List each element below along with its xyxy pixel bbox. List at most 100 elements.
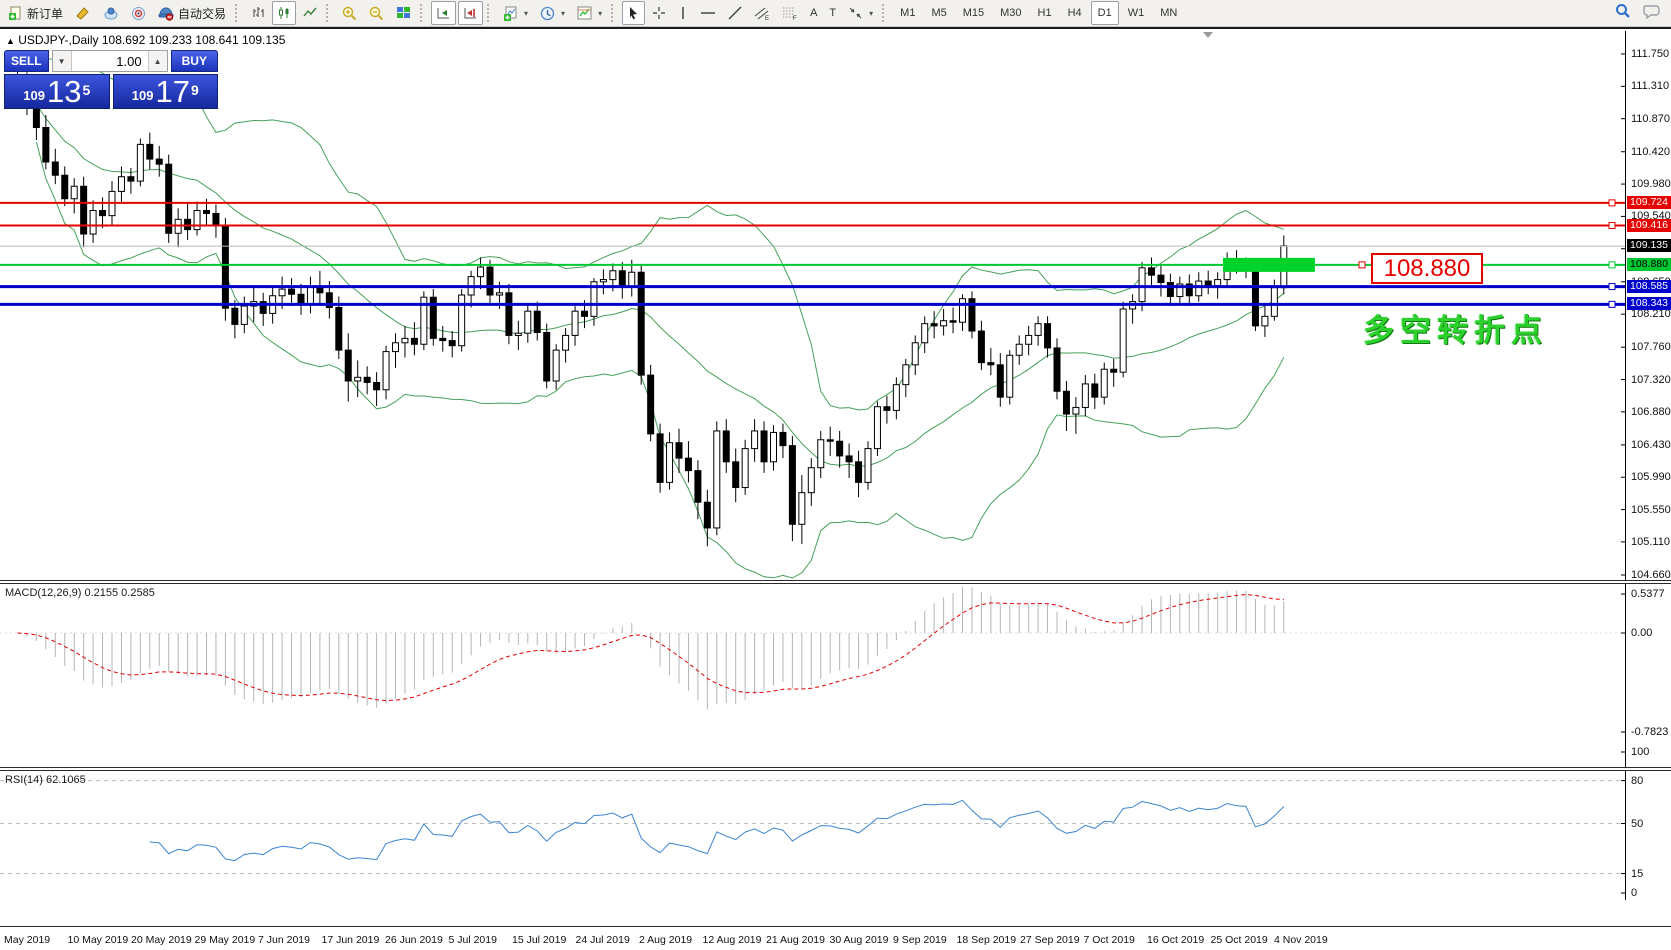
rsi-axis-label: 0 — [1631, 887, 1671, 899]
date-label: 24 Jul 2019 — [576, 934, 630, 946]
fibonacci-button[interactable]: F — [777, 1, 803, 25]
timeframe-m1-button[interactable]: M1 — [893, 1, 922, 25]
volume-input[interactable]: 1.00 — [72, 51, 148, 71]
timeframe-label: D1 — [1098, 7, 1112, 19]
chevron-down-icon[interactable]: ▾ — [561, 9, 565, 18]
templates-icon — [577, 6, 592, 20]
date-label: 30 Aug 2019 — [830, 934, 889, 946]
new-order-label: 新订单 — [27, 5, 63, 22]
arrows-button[interactable]: ▾ — [843, 1, 878, 25]
svg-text:E: E — [765, 16, 769, 21]
rsi-label: RSI(14) 62.1065 — [5, 774, 86, 786]
auto-scroll-icon — [436, 6, 451, 20]
collapse-marker-icon[interactable]: ▲ — [6, 36, 15, 46]
volume-increase-button[interactable]: ▲ — [148, 51, 167, 71]
date-label: 21 Aug 2019 — [766, 934, 825, 946]
date-label: 4 Nov 2019 — [1274, 934, 1328, 946]
date-label: 15 Jul 2019 — [512, 934, 566, 946]
new-chart-button[interactable]: ▾ — [498, 1, 533, 25]
text-button[interactable]: A — [805, 1, 822, 25]
timeframe-w1-button[interactable]: W1 — [1121, 1, 1152, 25]
vertical-line-button[interactable] — [673, 1, 693, 25]
toolbar-separator — [487, 4, 493, 22]
macd-axis-label: 0.5377 — [1631, 588, 1671, 600]
crosshair-button[interactable] — [647, 1, 671, 25]
chat-icon[interactable] — [1643, 4, 1661, 24]
sell-button[interactable]: SELL — [4, 50, 49, 72]
timeframe-label: W1 — [1128, 7, 1145, 19]
horizontal-line-button[interactable] — [695, 1, 721, 25]
timeframe-mn-button[interactable]: MN — [1153, 1, 1184, 25]
bar-chart-button[interactable] — [246, 1, 270, 25]
profiles-button[interactable]: ▾ — [535, 1, 570, 25]
macd-label: MACD(12,26,9) 0.2155 0.2585 — [5, 587, 155, 599]
price-tick-label: 107.760 — [1631, 341, 1671, 353]
sell-price[interactable]: 109 13 5 — [4, 74, 110, 109]
price-callout-label[interactable]: 108.880 — [1371, 253, 1483, 284]
date-label: 7 Jun 2019 — [258, 934, 310, 946]
price-tick-label: 107.320 — [1631, 374, 1671, 386]
text-label-button[interactable]: T — [824, 1, 841, 25]
date-label: 29 May 2019 — [195, 934, 256, 946]
buy-button[interactable]: BUY — [171, 50, 218, 72]
price-tick-label: 110.870 — [1631, 113, 1671, 125]
volume-decrease-button[interactable]: ▼ — [53, 51, 72, 71]
chevron-down-icon[interactable]: ▾ — [524, 9, 528, 18]
buy-price-big: 17 — [155, 78, 189, 106]
price-tick-label: 111.750 — [1631, 48, 1671, 60]
signal-button[interactable] — [126, 1, 151, 25]
templates-button[interactable]: ▾ — [572, 1, 607, 25]
toolbar-separator — [611, 4, 617, 22]
cn-annotation-text[interactable]: 多空转折点 — [1363, 305, 1548, 350]
cursor-button[interactable] — [622, 1, 645, 25]
metaquotes-button[interactable] — [70, 1, 96, 25]
timeframe-h1-button[interactable]: H1 — [1031, 1, 1059, 25]
timeframe-h4-button[interactable]: H4 — [1061, 1, 1089, 25]
equidistant-channel-button[interactable]: E — [749, 1, 775, 25]
new-order-button[interactable]: 新订单 — [3, 1, 68, 25]
line-chart-button[interactable] — [298, 1, 322, 25]
community-button[interactable] — [98, 1, 124, 25]
rsi-axis-label: 100 — [1631, 746, 1671, 758]
timeframe-m5-button[interactable]: M5 — [924, 1, 953, 25]
sell-price-pip: 5 — [82, 75, 90, 105]
macd-pane-divider[interactable] — [0, 580, 1671, 584]
price-level-tag[interactable]: 109.724 — [1627, 196, 1671, 209]
trendline-icon — [728, 6, 742, 20]
date-label: 16 Oct 2019 — [1147, 934, 1204, 946]
metaquotes-icon — [75, 6, 91, 20]
timeframe-m30-button[interactable]: M30 — [993, 1, 1028, 25]
rsi-pane-divider[interactable] — [0, 767, 1671, 771]
timeframe-m15-button[interactable]: M15 — [956, 1, 991, 25]
community-icon — [103, 6, 119, 20]
price-chart-canvas — [0, 2, 1671, 950]
volume-stepper: ▼ 1.00 ▲ — [52, 50, 168, 72]
price-level-tag[interactable]: 108.343 — [1627, 297, 1671, 310]
rsi-axis-label: 80 — [1631, 775, 1671, 787]
buy-price[interactable]: 109 17 9 — [113, 74, 219, 109]
timeframe-label: M15 — [963, 7, 984, 19]
price-level-tag[interactable]: 108.880 — [1627, 258, 1671, 271]
timeframe-label: H1 — [1038, 7, 1052, 19]
auto-scroll-button[interactable] — [431, 1, 456, 25]
auto-trading-button[interactable]: 自动交易 — [153, 1, 231, 25]
search-icon[interactable] — [1615, 3, 1631, 24]
zoom-in-button[interactable] — [337, 1, 362, 25]
chart-shift-button[interactable] — [458, 1, 483, 25]
price-level-tag[interactable]: 109.416 — [1627, 219, 1671, 232]
timeframe-label: MN — [1160, 7, 1177, 19]
zoom-out-button[interactable] — [364, 1, 389, 25]
chart-window[interactable]: ▲ USDJPY-,Daily 108.692 109.233 108.641 … — [0, 27, 1671, 950]
tile-windows-button[interactable] — [391, 1, 416, 25]
date-label: 5 Jul 2019 — [449, 934, 497, 946]
chevron-down-icon[interactable]: ▾ — [598, 9, 602, 18]
chevron-down-icon[interactable]: ▾ — [869, 9, 873, 18]
price-level-tag[interactable]: 108.585 — [1627, 280, 1671, 293]
date-label: 7 Oct 2019 — [1084, 934, 1135, 946]
candlestick-button[interactable] — [272, 1, 296, 25]
trendline-button[interactable] — [723, 1, 747, 25]
date-label: 25 Oct 2019 — [1211, 934, 1268, 946]
chart-shift-marker[interactable] — [1203, 32, 1213, 38]
timeframe-d1-button[interactable]: D1 — [1091, 1, 1119, 25]
mt4-terminal: 新订单 自动交易 ▾ ▾ ▾ E FAT ▾ M1M5 M15 M30 H1 H4 D1 W1 MN ▲ US… — [0, 0, 1671, 950]
